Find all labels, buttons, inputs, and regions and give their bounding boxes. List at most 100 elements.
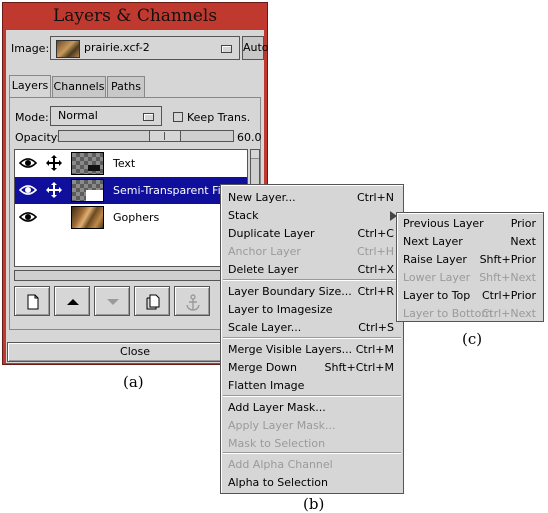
submenu-item-accelerator: Ctrl+Next — [481, 307, 536, 320]
duplicate-layer-button[interactable] — [134, 286, 170, 316]
submenu-item-label: Next Layer — [403, 235, 463, 248]
layer-name: Gophers — [113, 211, 160, 224]
submenu-item-previous-layer[interactable]: Previous Layer Prior — [397, 215, 543, 233]
menu-item-add-alpha-channel[interactable]: Add Alpha Channel — [221, 456, 403, 473]
new-layer-button[interactable] — [14, 286, 50, 316]
eye-icon[interactable] — [19, 156, 37, 170]
lower-layer-icon — [107, 299, 119, 305]
raise-layer-button[interactable] — [54, 286, 90, 316]
raise-layer-icon — [67, 299, 79, 305]
mode-select-value: Normal — [58, 109, 98, 122]
submenu-item-label: Lower Layer — [403, 271, 471, 284]
layer-list: Text Semi-Transparent Film Gophers — [14, 149, 248, 267]
submenu-item-raise-layer[interactable]: Raise Layer Shft+Prior — [397, 251, 543, 269]
menu-item-layer-to-imagesize[interactable]: Layer to Imagesize — [221, 301, 403, 318]
menu-item-label: Add Alpha Channel — [228, 458, 333, 471]
submenu-item-accelerator: Ctrl+Prior — [481, 289, 536, 302]
menu-item-accelerator: Ctrl+X — [357, 263, 394, 276]
lower-layer-button[interactable] — [94, 286, 130, 316]
anchor-layer-button[interactable] — [174, 286, 210, 316]
film-rect-icon — [86, 190, 103, 201]
menu-item-accelerator: Shft+Ctrl+M — [324, 361, 394, 374]
scroll-up-icon[interactable] — [251, 150, 259, 159]
menu-item-apply-layer-mask[interactable]: Apply Layer Mask... — [221, 417, 403, 434]
layer-row-semi-transparent-film[interactable]: Semi-Transparent Film — [15, 177, 247, 204]
eye-icon[interactable] — [19, 210, 37, 224]
menu-item-delete-layer[interactable]: Delete Layer Ctrl+X — [221, 261, 403, 278]
layer-row-gophers[interactable]: Gophers — [15, 204, 247, 231]
submenu-item-accelerator: Next — [510, 235, 536, 248]
figure-label-c: (c) — [462, 330, 483, 348]
menu-item-label: Stack — [228, 209, 259, 222]
submenu-item-layer-to-bottom[interactable]: Layer to Bottom Ctrl+Next — [397, 305, 543, 323]
image-row: Image: prairie.xcf-2 Auto — [6, 33, 269, 63]
keep-trans-checkbox[interactable] — [173, 112, 183, 122]
stack-submenu: Previous Layer Prior Next Layer Next Raise L… — [396, 212, 544, 322]
layer-name: Text — [113, 157, 136, 170]
tab-channels[interactable]: Channels — [52, 76, 106, 97]
submenu-item-layer-to-top[interactable]: Layer to Top Ctrl+Prior — [397, 287, 543, 305]
menu-item-flatten-image[interactable]: Flatten Image — [221, 377, 403, 394]
submenu-item-lower-layer[interactable]: Lower Layer Shft+Next — [397, 269, 543, 287]
menu-item-merge-down[interactable]: Merge Down Shft+Ctrl+M — [221, 359, 403, 376]
menu-separator — [223, 279, 401, 281]
window-title[interactable]: Layers & Channels — [3, 3, 267, 29]
move-icon[interactable] — [45, 181, 63, 199]
tab-paths[interactable]: Paths — [107, 76, 145, 97]
menu-item-label: Layer to Imagesize — [228, 303, 333, 316]
menu-item-accelerator: Ctrl+H — [356, 245, 394, 258]
tab-layers[interactable]: Layers — [9, 75, 51, 98]
auto-button[interactable]: Auto — [242, 36, 269, 60]
menu-item-mask-to-selection[interactable]: Mask to Selection — [221, 435, 403, 452]
menu-item-label: Layer Boundary Size... — [228, 285, 352, 298]
menu-item-new-layer[interactable]: New Layer... Ctrl+N — [221, 189, 403, 206]
menu-item-duplicate-layer[interactable]: Duplicate Layer Ctrl+C — [221, 225, 403, 242]
menu-item-label: Delete Layer — [228, 263, 299, 276]
menu-separator — [223, 452, 401, 454]
keep-trans-label: Keep Trans. — [187, 111, 251, 124]
image-thumbnail-icon — [56, 40, 80, 58]
menu-item-scale-layer[interactable]: Scale Layer... Ctrl+S — [221, 319, 403, 336]
menu-item-layer-boundary-size[interactable]: Layer Boundary Size... Ctrl+R — [221, 283, 403, 300]
menu-item-accelerator: Ctrl+R — [357, 285, 394, 298]
menu-item-anchor-layer[interactable]: Anchor Layer Ctrl+H — [221, 243, 403, 260]
submenu-item-next-layer[interactable]: Next Layer Next — [397, 233, 543, 251]
layer-row-text[interactable]: Text — [15, 150, 247, 177]
menu-item-stack[interactable]: Stack — [221, 207, 403, 224]
mode-select[interactable]: Normal — [50, 106, 162, 126]
menu-item-label: Apply Layer Mask... — [228, 419, 336, 432]
layer-thumbnail — [71, 179, 104, 202]
submenu-item-accelerator: Shft+Prior — [479, 253, 536, 266]
opacity-slider[interactable] — [58, 130, 234, 142]
menu-item-label: Alpha to Selection — [228, 476, 329, 489]
image-select-value: prairie.xcf-2 — [84, 41, 150, 54]
image-select[interactable]: prairie.xcf-2 — [50, 36, 240, 60]
opacity-slider-handle[interactable] — [149, 131, 181, 141]
menu-item-label: New Layer... — [228, 191, 296, 204]
submenu-item-label: Layer to Bottom — [403, 307, 493, 320]
menu-item-label: Merge Visible Layers... — [228, 343, 353, 356]
menu-item-label: Anchor Layer — [228, 245, 301, 258]
opacity-value: 60.0 — [237, 131, 262, 144]
mode-label: Mode: — [15, 111, 49, 124]
menu-item-label: Flatten Image — [228, 379, 305, 392]
layer-list-horizontal-scrollbar[interactable] — [14, 270, 248, 281]
menu-item-alpha-to-selection[interactable]: Alpha to Selection — [221, 474, 403, 491]
opacity-label: Opacity: — [15, 131, 61, 144]
layer-name: Semi-Transparent Film — [113, 184, 235, 197]
menu-item-merge-visible-layers[interactable]: Merge Visible Layers... Ctrl+M — [221, 341, 403, 358]
eye-icon[interactable] — [19, 183, 37, 197]
submenu-item-accelerator: Prior — [510, 217, 536, 230]
menu-item-label: Merge Down — [228, 361, 298, 374]
duplicate-layer-icon — [146, 294, 160, 310]
menu-item-accelerator: Ctrl+N — [356, 191, 394, 204]
menu-item-add-layer-mask[interactable]: Add Layer Mask... — [221, 399, 403, 416]
menu-item-accelerator: Ctrl+C — [357, 227, 394, 240]
layer-thumbnail — [71, 152, 104, 175]
figure-label-b: (b) — [303, 495, 325, 513]
menu-item-label: Mask to Selection — [228, 437, 326, 450]
menu-item-label: Scale Layer... — [228, 321, 302, 334]
move-icon[interactable] — [45, 154, 63, 172]
layer-thumbnail-photo — [71, 206, 104, 229]
menu-item-accelerator: Ctrl+S — [358, 321, 394, 334]
